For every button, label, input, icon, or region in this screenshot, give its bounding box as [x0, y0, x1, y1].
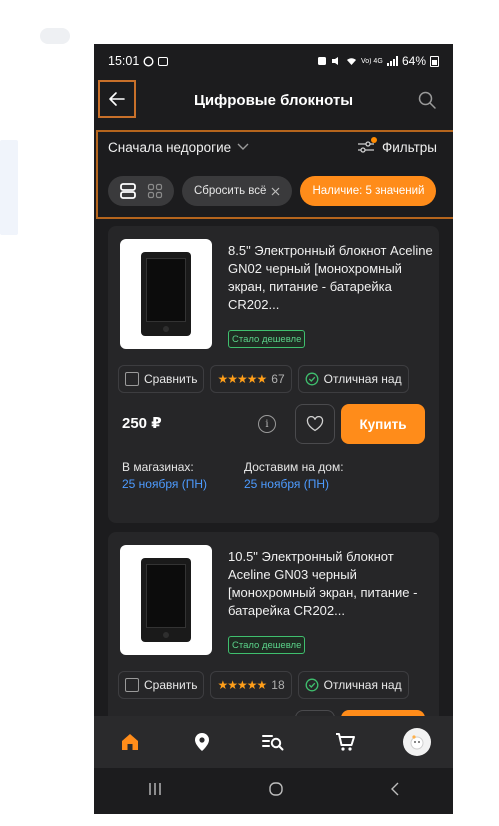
arrow-left-icon	[109, 92, 125, 106]
reliability-label: Отличная над	[323, 678, 402, 692]
product-card[interactable]: 8.5" Электронный блокнот Aceline GN02 че…	[108, 226, 439, 523]
chevron-left-icon	[390, 782, 398, 795]
catalog-search-icon	[262, 735, 284, 751]
status-bar: 15:01 Vo) 4G LTE 64%	[94, 44, 453, 78]
recent-apps-button[interactable]	[147, 782, 163, 801]
background-decoration	[40, 28, 70, 44]
whatsapp-icon	[143, 55, 154, 67]
nav-profile[interactable]	[397, 722, 437, 762]
price-row: 250 ₽ i Купить	[108, 404, 439, 444]
product-image[interactable]	[120, 239, 212, 349]
rating-count: 67	[271, 372, 285, 386]
home-icon	[121, 734, 138, 750]
product-list: 8.5" Электронный блокнот Aceline GN02 че…	[94, 226, 453, 716]
recent-apps-icon	[148, 782, 161, 795]
reliability-badge[interactable]: Отличная над	[297, 671, 409, 699]
home-delivery-label: Доставим на дом:	[244, 460, 344, 474]
product-card[interactable]: 10.5" Электронный блокнот Aceline GN03 ч…	[108, 532, 439, 716]
cart-icon	[336, 733, 356, 751]
avatar	[403, 728, 432, 756]
app-header: Цифровые блокноты	[94, 78, 453, 122]
favorite-button[interactable]	[295, 404, 335, 444]
back-button[interactable]	[98, 80, 136, 118]
compare-checkbox[interactable]: Сравнить	[118, 365, 205, 393]
home-delivery-date[interactable]: 25 ноября (ПН)	[244, 476, 344, 493]
battery-icon	[430, 55, 439, 67]
in-stores-date[interactable]: 25 ноября (ПН)	[122, 476, 232, 493]
price-drop-badge: Стало дешевле	[228, 636, 306, 654]
nav-cart[interactable]	[325, 722, 365, 762]
rating[interactable]: ★★★★★ 67	[210, 365, 292, 393]
search-button[interactable]	[417, 90, 439, 112]
location-pin-icon	[194, 733, 209, 751]
nav-catalog[interactable]	[253, 722, 293, 762]
avatar-face-icon	[410, 735, 424, 750]
star-rating-icon: ★★★★★	[217, 678, 267, 692]
shield-check-icon	[305, 372, 319, 386]
rating-count: 18	[271, 678, 285, 692]
reliability-label: Отличная над	[323, 372, 402, 386]
home-system-button[interactable]	[268, 781, 284, 802]
reliability-badge[interactable]: Отличная над	[297, 365, 409, 393]
product-attributes: Сравнить ★★★★★ 18 Отличная над	[118, 671, 409, 699]
nav-stores[interactable]	[182, 722, 222, 762]
phone-screen: 15:01 Vo) 4G LTE 64% Цифровые блокноты С…	[94, 44, 453, 814]
tablet-picture	[141, 252, 191, 336]
status-time: 15:01	[108, 54, 140, 68]
home-circle-icon	[268, 781, 283, 796]
product-image[interactable]	[120, 545, 212, 655]
battery-percent: 64%	[401, 54, 426, 68]
rating[interactable]: ★★★★★ 18	[210, 671, 292, 699]
compare-label: Сравнить	[144, 372, 198, 386]
gallery-icon	[158, 56, 169, 66]
buy-button[interactable]: Купить	[341, 404, 425, 444]
info-icon[interactable]: i	[258, 415, 276, 433]
product-name[interactable]: 10.5" Электронный блокнот Aceline GN03 ч…	[228, 548, 438, 620]
star-rating-icon: ★★★★★	[217, 372, 267, 386]
checkbox-icon	[125, 372, 139, 386]
system-navigation	[94, 768, 453, 814]
nav-home[interactable]	[110, 722, 150, 762]
shield-check-icon	[305, 678, 319, 692]
tablet-picture	[141, 558, 191, 642]
wifi-icon	[346, 58, 356, 65]
mute-icon	[331, 57, 338, 65]
page-title: Цифровые блокноты	[193, 91, 354, 109]
compare-label: Сравнить	[144, 678, 198, 692]
heart-icon	[306, 416, 324, 432]
checkbox-icon	[125, 678, 139, 692]
filter-highlight-box	[96, 130, 453, 219]
bottom-navigation	[94, 716, 453, 768]
compare-checkbox[interactable]: Сравнить	[118, 671, 205, 699]
product-price: 250 ₽	[122, 415, 162, 432]
in-stores-label: В магазинах:	[122, 460, 194, 474]
signal-icon	[386, 56, 398, 66]
availability-info: В магазинах: 25 ноября (ПН) Доставим на …	[108, 459, 439, 493]
product-attributes: Сравнить ★★★★★ 67 Отличная над	[118, 365, 409, 393]
notification-icon	[317, 57, 326, 65]
background-panel	[0, 140, 18, 235]
network-label: Vo) 4G LTE	[360, 57, 383, 65]
price-drop-badge: Стало дешевле	[228, 330, 306, 348]
search-icon	[418, 91, 436, 109]
system-back-button[interactable]	[389, 781, 401, 802]
product-name[interactable]: 8.5" Электронный блокнот Aceline GN02 че…	[228, 242, 438, 314]
